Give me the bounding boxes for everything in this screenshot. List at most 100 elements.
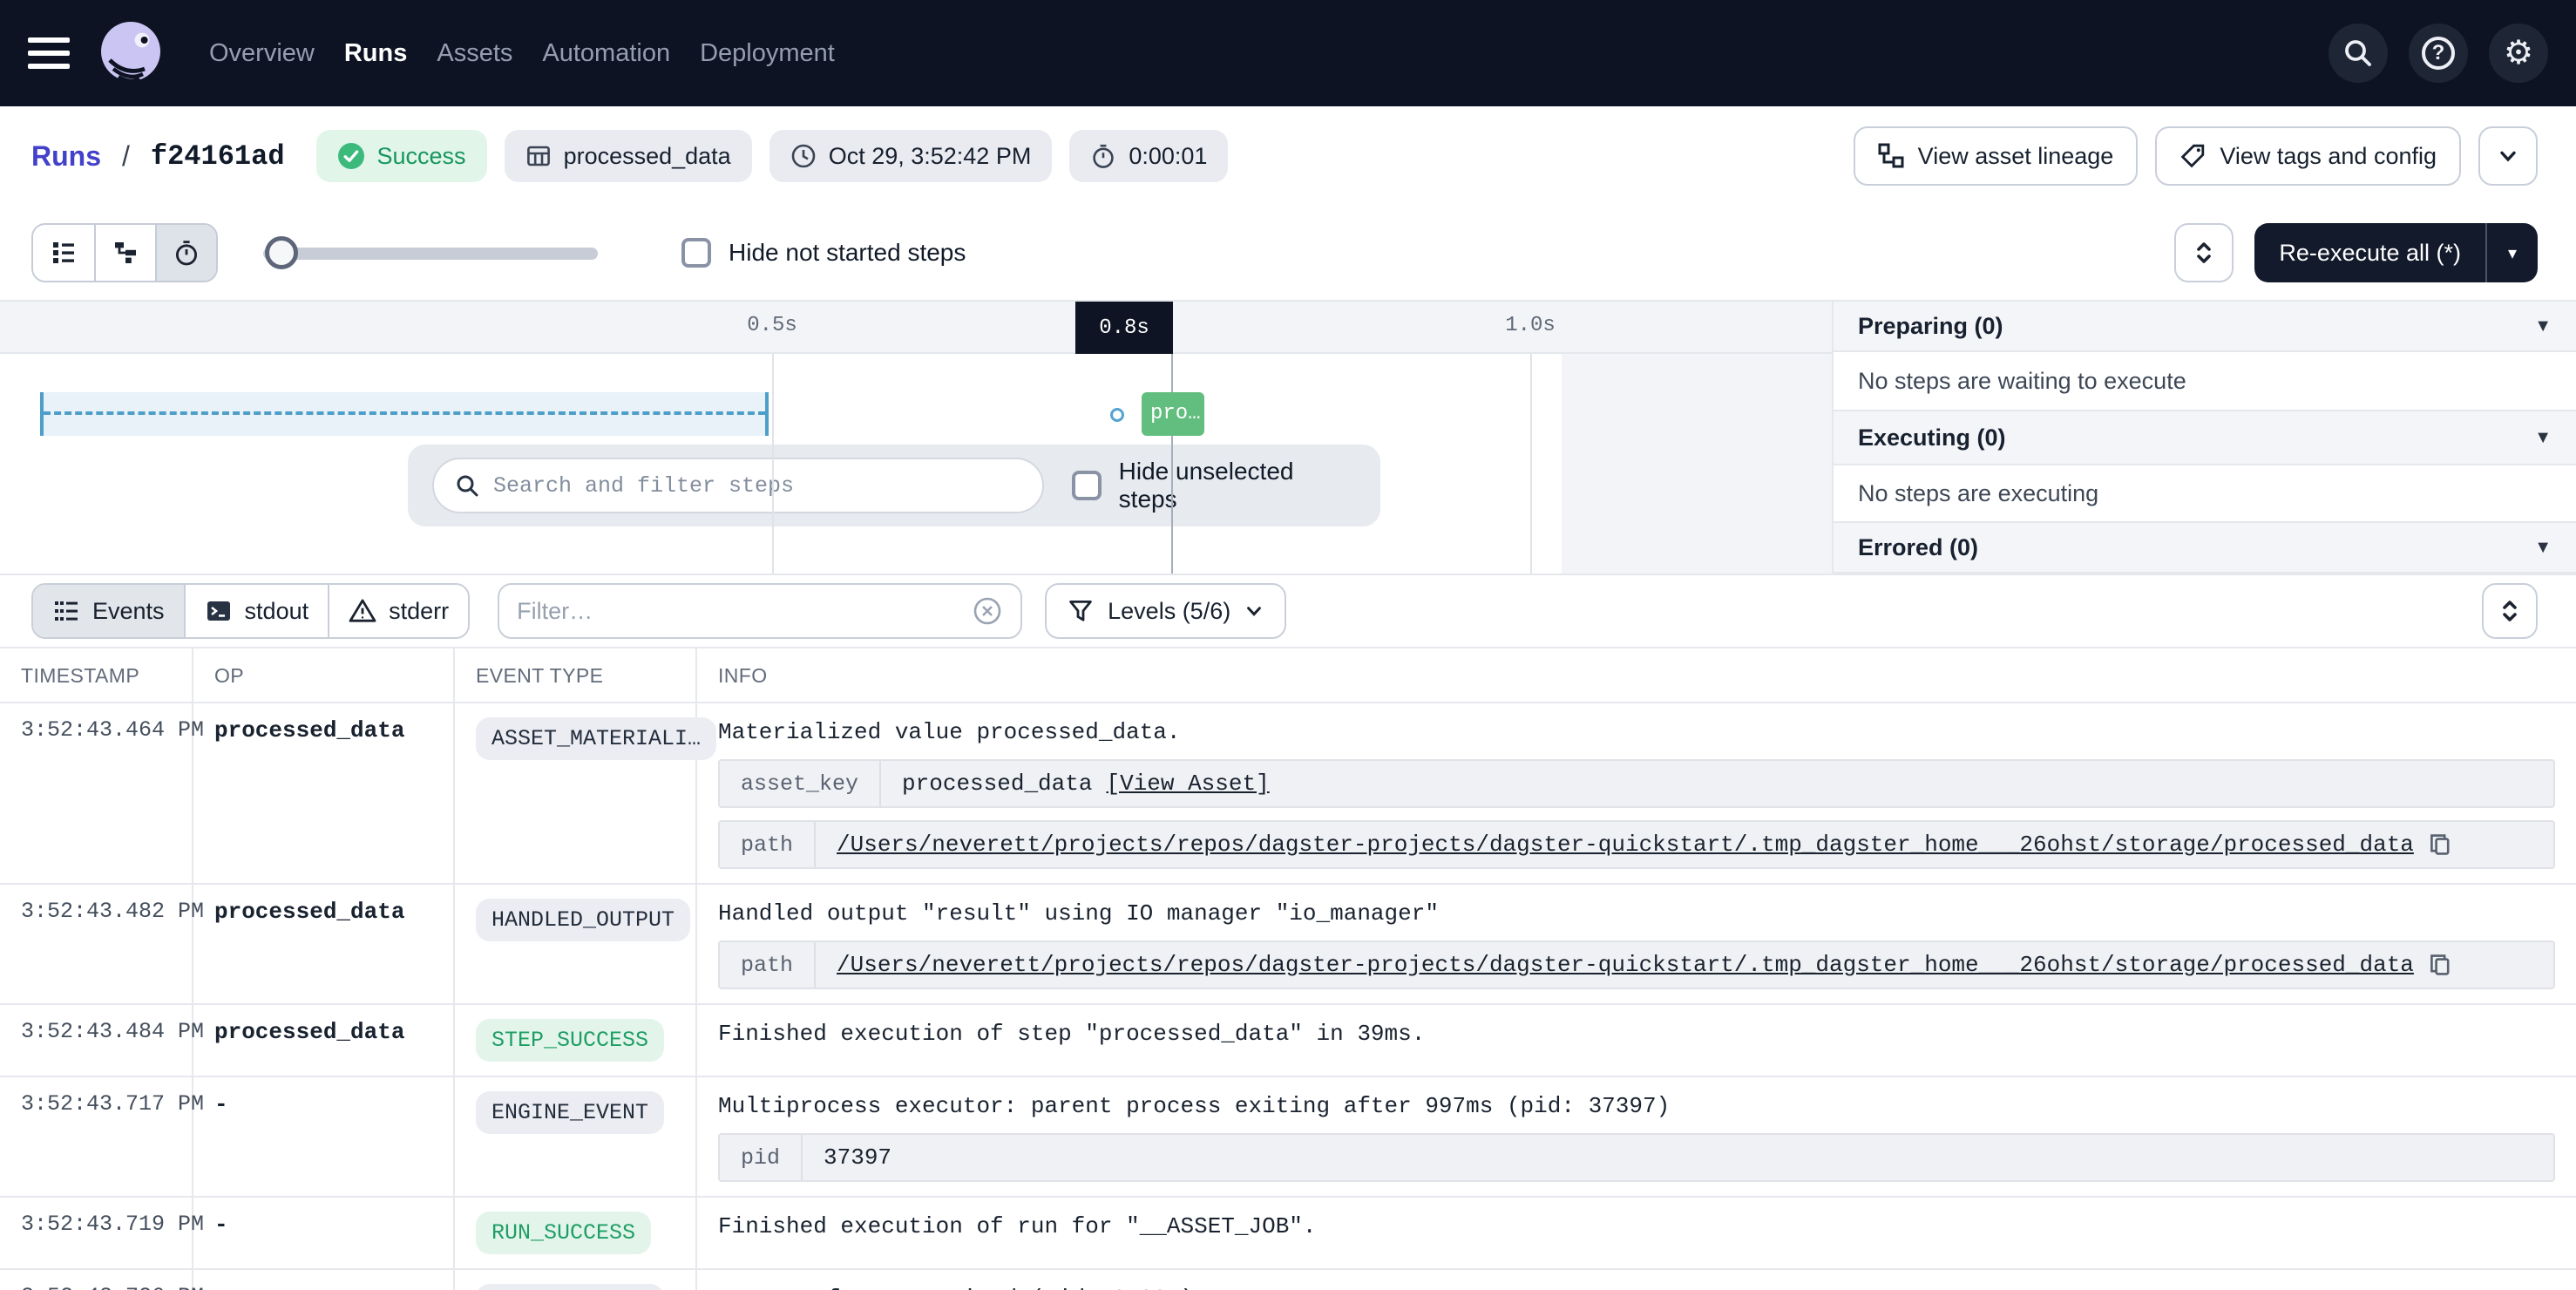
preparing-section-header[interactable]: Preparing (0)▼ (1834, 302, 2576, 352)
tick-1-0s: 1.0s (1505, 314, 1556, 337)
log-tabs: Events stdout stderr (31, 583, 470, 639)
event-type-cell: RUN_SUCCESS (455, 1196, 697, 1268)
nav-item-runs[interactable]: Runs (344, 39, 408, 68)
step-start-marker (1110, 408, 1124, 422)
view-tags-config-button[interactable]: View tags and config (2155, 126, 2461, 186)
event-type-badge: ASSET_MATERIALI… (476, 717, 716, 760)
gantt-toolbar: Hide not started steps Re-execute all (*… (0, 206, 2576, 300)
start-time-tag: Oct 29, 3:52:42 PM (769, 130, 1053, 182)
events-toolbar: Events stdout stderr Levels (5/6) (0, 575, 2576, 648)
waterfall-view-button[interactable] (94, 225, 155, 281)
col-header-event-type[interactable]: EVENT TYPE (455, 648, 697, 702)
event-op: - (193, 1268, 455, 1290)
executing-section-header[interactable]: Executing (0)▼ (1834, 411, 2576, 465)
event-op: processed_data (193, 702, 455, 883)
beyond-run-shaded-region (1562, 354, 1832, 574)
step-filter-overlay: Hide unselected steps (408, 445, 1380, 526)
step-search-box[interactable] (432, 458, 1044, 513)
metadata-plain-value: 37397 (824, 1144, 891, 1171)
hide-unselected-checkbox[interactable] (1072, 471, 1102, 500)
event-message: Materialized value processed_data. (718, 717, 2562, 747)
zoom-slider[interactable] (263, 235, 598, 270)
reexecute-caret-button[interactable]: ▾ (2487, 223, 2538, 282)
event-op: processed_data (193, 883, 455, 1003)
gantt-view-mode-group (31, 223, 218, 282)
expand-logs-button[interactable] (2482, 583, 2538, 639)
events-list-icon (52, 597, 80, 625)
tab-stderr[interactable]: stderr (328, 585, 468, 637)
gantt-step-bar[interactable]: pro… (1142, 392, 1204, 436)
event-message: Process for run exited (pid: 37397). (718, 1284, 2562, 1290)
nav-item-assets[interactable]: Assets (437, 39, 512, 68)
clear-filter-icon[interactable] (972, 595, 1003, 627)
search-button[interactable] (2329, 24, 2388, 83)
hide-unselected-checkbox-row[interactable]: Hide unselected steps (1072, 458, 1356, 513)
help-icon: ? (2422, 37, 2455, 70)
path-link[interactable]: /Users/neverett/projects/repos/dagster-p… (837, 952, 2414, 978)
path-link[interactable]: /Users/neverett/projects/repos/dagster-p… (837, 832, 2414, 858)
col-header-info[interactable]: INFO (697, 648, 2576, 702)
settings-button[interactable]: ⚙ (2489, 24, 2548, 83)
breadcrumb-separator: / (122, 140, 130, 173)
dagster-logo[interactable] (96, 18, 166, 88)
run-actions-caret-button[interactable] (2478, 126, 2538, 186)
event-timestamp: 3:52:43.726 PM (0, 1268, 193, 1290)
event-type-badge: ENGINE_EVENT (476, 1091, 664, 1134)
levels-dropdown[interactable]: Levels (5/6) (1045, 583, 1286, 639)
events-table: TIMESTAMP OP EVENT TYPE INFO 3:52:43.464… (0, 648, 2576, 1290)
log-filter-box[interactable] (498, 583, 1022, 639)
log-filter-input[interactable] (517, 598, 972, 625)
copy-icon[interactable] (2428, 953, 2452, 977)
warning-triangle-icon (349, 597, 376, 625)
event-type-badge: RUN_SUCCESS (476, 1212, 651, 1254)
event-info-cell: Process for run exited (pid: 37397). (697, 1268, 2576, 1290)
gantt-section: 0.5s 1.0s 0.8s pro… Hide unselected step… (0, 300, 2576, 575)
hamburger-menu-icon[interactable] (28, 37, 70, 69)
hide-not-started-checkbox[interactable] (681, 238, 711, 268)
search-icon (2342, 37, 2374, 69)
flat-view-button[interactable] (33, 225, 94, 281)
view-asset-link[interactable]: [View Asset] (1106, 771, 1269, 797)
event-type-badge: ENGINE_EVENT (476, 1284, 664, 1290)
tab-stdout[interactable]: stdout (184, 585, 329, 637)
col-header-op[interactable]: OP (193, 648, 455, 702)
tab-events[interactable]: Events (33, 585, 184, 637)
gantt-chart-area[interactable]: pro… Hide unselected steps (0, 354, 1832, 574)
expand-panel-button[interactable] (2174, 223, 2234, 282)
flat-list-icon (50, 239, 78, 267)
step-search-input[interactable] (493, 473, 1021, 499)
event-message: Multiprocess executor: parent process ex… (718, 1091, 2562, 1121)
hide-not-started-checkbox-row[interactable]: Hide not started steps (681, 238, 966, 268)
errored-section-header[interactable]: Errored (0)▼ (1834, 523, 2576, 574)
metadata-row: asset_keyprocessed_data[View Asset] (718, 759, 2555, 808)
nav-item-overview[interactable]: Overview (209, 39, 315, 68)
copy-icon[interactable] (2428, 832, 2452, 857)
col-header-timestamp[interactable]: TIMESTAMP (0, 648, 193, 702)
help-button[interactable]: ? (2409, 24, 2468, 83)
tag-icon (2179, 143, 2206, 169)
chevron-down-icon (2498, 146, 2518, 166)
breadcrumb-runs-link[interactable]: Runs (31, 140, 101, 173)
event-info-cell: Materialized value processed_data. asset_… (697, 702, 2576, 883)
event-message: Finished execution of step "processed_da… (718, 1019, 2562, 1049)
event-op: - (193, 1196, 455, 1268)
event-timestamp: 3:52:43.719 PM (0, 1196, 193, 1268)
gantt-chart-pane: 0.5s 1.0s 0.8s pro… Hide unselected step… (0, 302, 1832, 574)
metadata-value: /Users/neverett/projects/repos/dagster-p… (816, 822, 2473, 867)
unfold-icon (2498, 597, 2522, 625)
asset-tag[interactable]: processed_data (505, 130, 752, 182)
timed-view-button[interactable] (155, 225, 216, 281)
metadata-value: processed_data[View Asset] (881, 761, 1291, 806)
view-asset-lineage-button[interactable]: View asset lineage (1854, 126, 2139, 186)
nav-item-deployment[interactable]: Deployment (700, 39, 835, 68)
nav-item-automation[interactable]: Automation (542, 39, 670, 68)
zoom-slider-handle[interactable] (265, 236, 298, 269)
event-info-cell: Handled output "result" using IO manager… (697, 883, 2576, 1003)
reexecute-all-button[interactable]: Re-execute all (*) (2254, 223, 2485, 282)
metadata-row: pid37397 (718, 1133, 2555, 1182)
run-id: f24161ad (151, 140, 285, 173)
zoom-slider-track[interactable] (263, 248, 598, 260)
event-type-cell: HANDLED_OUTPUT (455, 883, 697, 1003)
reexecute-split-button[interactable]: Re-execute all (*) ▾ (2254, 223, 2538, 282)
hide-unselected-label: Hide unselected steps (1119, 458, 1356, 513)
